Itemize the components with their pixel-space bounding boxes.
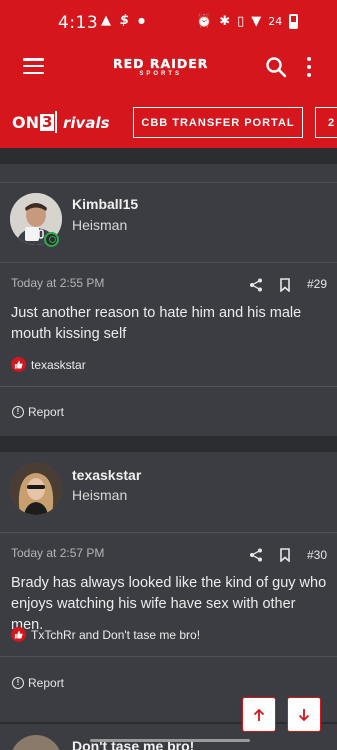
arrow-up-icon [253,708,265,721]
reaction-users: TxTchRr and Don't tase me bro! [31,627,201,642]
post: Kimball15 Heisman Today at 2:55 PM #29 J… [0,164,337,436]
avatar[interactable] [10,735,62,750]
dollar-icon: $ [120,13,130,28]
on3-prefix: ON [12,113,39,132]
vibrate-icon: ▯ [237,14,245,29]
report-button[interactable]: ! Report [12,405,64,419]
on3-logo[interactable]: ON 3 [12,113,55,132]
reaction-users: texaskstar [31,357,86,372]
username[interactable]: Kimball15 [72,196,138,212]
search-icon[interactable] [265,56,287,78]
wifi-icon: ▼ [251,14,262,29]
report-label: Report [28,405,65,419]
online-status-icon [44,232,59,247]
share-icon[interactable] [249,548,263,562]
post-footer-divider [0,386,337,387]
scroll-down-button[interactable] [287,697,321,732]
report-icon: ! [12,677,24,689]
user-title: Heisman [72,217,128,233]
bookmark-icon[interactable] [278,548,292,562]
post-body: Just another reason to hate him and his … [11,305,302,342]
site-logo[interactable]: RED RAIDER SPORTS [113,56,209,78]
post-number[interactable]: #29 [307,277,327,291]
more-options-icon[interactable] [305,57,313,77]
arrow-down-icon [298,708,310,721]
warning-icon: ▲ [101,13,111,28]
avatar[interactable] [10,463,62,515]
clock: 4:13 [58,13,99,33]
bluetooth-icon: ✱ [219,14,231,29]
user-title: Heisman [72,487,128,503]
scroll-up-button[interactable] [242,697,276,732]
reaction-summary[interactable]: texaskstar [11,357,86,372]
logo-title: RED RAIDER [113,56,209,71]
post-number[interactable]: #30 [307,548,327,562]
report-icon: ! [12,406,24,418]
post-timestamp[interactable]: Today at 2:57 PM [11,546,104,560]
reaction-summary[interactable]: TxTchRr and Don't tase me bro! [11,627,200,642]
logo-subtitle: SPORTS [139,71,183,77]
report-button[interactable]: ! Report [12,676,64,690]
battery-icon [289,14,299,29]
next-pill-button[interactable]: 2 [315,107,337,138]
menu-icon[interactable] [23,58,44,74]
report-label: Report [28,676,65,690]
post-timestamp[interactable]: Today at 2:55 PM [11,276,104,290]
status-bar: 4:13 ▲ $ ● ⏰ ✱ ▯ ▼ 24 [0,0,337,46]
like-icon [11,627,26,642]
post: texaskstar Heisman Today at 2:57 PM #30 … [0,452,337,722]
post-header-divider [0,532,337,533]
like-icon [11,357,26,372]
username[interactable]: texaskstar [72,467,141,483]
cbb-transfer-portal-button[interactable]: CBB TRANSFER PORTAL [133,107,303,138]
post-footer-divider [0,656,337,657]
alarm-icon: ⏰ [196,14,213,29]
bookmark-icon[interactable] [278,278,292,292]
brand-bar: ON 3 rivals CBB TRANSFER PORTAL 2 [0,86,337,148]
rivals-logo[interactable]: rivals [63,114,110,132]
dot-icon: ● [138,16,146,25]
top-navigation: RED RAIDER SPORTS [0,46,337,86]
home-indicator[interactable] [90,739,250,742]
post-header-divider [0,262,337,263]
signal-icon: 24 [268,15,283,28]
post-top-divider [0,182,337,183]
on3-suffix: 3 [40,113,55,131]
share-icon[interactable] [249,278,263,292]
brand-divider [55,111,57,133]
